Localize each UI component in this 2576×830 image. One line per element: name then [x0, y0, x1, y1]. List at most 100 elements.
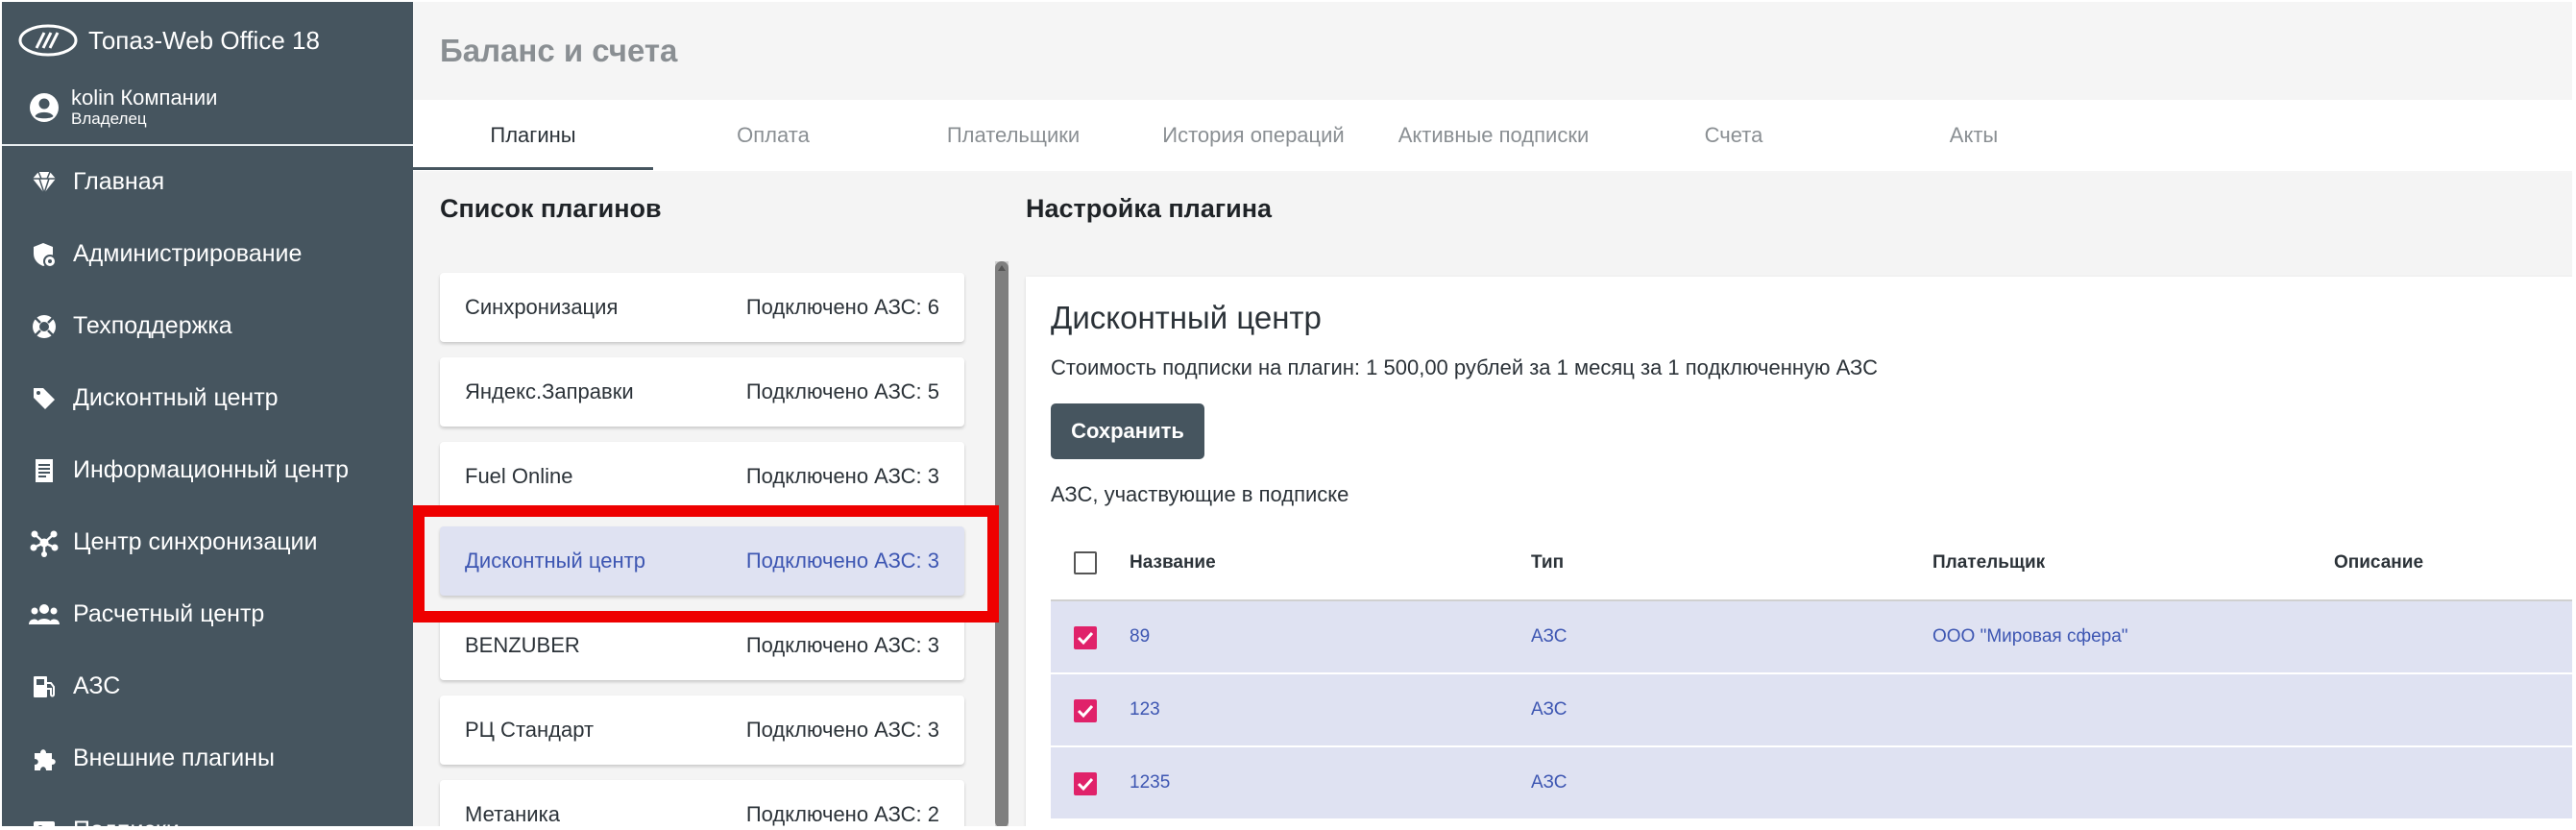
- document-icon: [36, 458, 53, 482]
- sidebar-item-info-center[interactable]: Информационный центр: [2, 434, 413, 506]
- plugin-settings-card: Дисконтный центр Стоимость подписки на п…: [1026, 277, 2572, 826]
- sidebar-item-discount-center[interactable]: Дисконтный центр: [2, 362, 413, 434]
- plugin-settings-title: Настройка плагина: [1026, 194, 1273, 223]
- column-header-name[interactable]: Название: [1130, 526, 1216, 599]
- plugins-list-panel: Список плагинов Синхронизация Подключено…: [413, 173, 1014, 826]
- sidebar: Топаз-Web Office 18 kolin Компании Владе…: [2, 2, 413, 826]
- user-info[interactable]: kolin Компании Владелец: [29, 86, 217, 129]
- column-header-payer[interactable]: Плательщик: [1932, 526, 2045, 599]
- topaz-logo-icon: [18, 24, 78, 57]
- lifebuoy-icon: [33, 314, 56, 338]
- sidebar-item-label: Центр синхронизации: [73, 528, 318, 555]
- plugin-card[interactable]: Яндекс.Заправки Подключено АЗС: 5: [440, 357, 964, 427]
- sidebar-item-label: Расчетный центр: [73, 600, 265, 627]
- cell-type: АЗС: [1531, 626, 1567, 647]
- sidebar-item-label: Информационный центр: [73, 456, 350, 483]
- user-role: Владелец: [71, 110, 147, 128]
- plugin-card[interactable]: Синхронизация Подключено АЗС: 6: [440, 273, 964, 342]
- sidebar-item-external-plugins[interactable]: Внешние плагины: [2, 722, 413, 794]
- fuel-pump-icon: [34, 675, 55, 697]
- diamond-icon: [33, 171, 56, 195]
- brand[interactable]: Топаз-Web Office 18: [17, 17, 320, 63]
- save-button[interactable]: Сохранить: [1051, 403, 1204, 459]
- azs-table: Название Тип Плательщик Описание 89 АЗС …: [1051, 526, 2572, 820]
- plugin-connected-count: Подключено АЗС: 5: [745, 379, 939, 403]
- sidebar-item-home[interactable]: Главная: [2, 146, 413, 218]
- table-row[interactable]: 123 АЗС: [1051, 674, 2572, 747]
- cell-type: АЗС: [1531, 699, 1567, 720]
- tab-history[interactable]: История операций: [1133, 100, 1373, 171]
- plugin-card[interactable]: BENZUBER Подключено АЗС: 3: [440, 611, 964, 680]
- plugin-connected-count: Подключено АЗС: 2: [745, 802, 939, 826]
- plugin-card[interactable]: Метаника Подключено АЗС: 2: [440, 780, 964, 826]
- plugin-connected-count: Подключено АЗС: 3: [745, 464, 939, 488]
- table-header: Название Тип Плательщик Описание: [1051, 526, 2572, 601]
- sidebar-item-label: Внешние плагины: [73, 745, 275, 771]
- plugin-name: Дисконтный центр: [465, 549, 645, 573]
- sidebar-item-label: Дисконтный центр: [73, 384, 279, 411]
- sidebar-item-label: Главная: [73, 168, 165, 195]
- select-all-checkbox[interactable]: [1074, 551, 1097, 574]
- plugin-name: Метаника: [465, 802, 560, 826]
- row-checkbox[interactable]: [1074, 699, 1097, 722]
- plugin-card[interactable]: Fuel Online Подключено АЗС: 3: [440, 442, 964, 511]
- sidebar-item-support[interactable]: Техподдержка: [2, 290, 413, 362]
- sidebar-nav: Главная Администрирование Техподдержка Д…: [2, 146, 413, 826]
- plugins-list-scrollbar[interactable]: [995, 261, 1009, 826]
- plugin-card[interactable]: РЦ Стандарт Подключено АЗС: 3: [440, 696, 964, 765]
- sidebar-item-azs[interactable]: АЗС: [2, 650, 413, 722]
- plugin-card-selected[interactable]: Дисконтный центр Подключено АЗС: 3: [440, 526, 964, 596]
- tab-payers[interactable]: Плательщики: [893, 100, 1133, 171]
- table-row[interactable]: 1235 АЗС: [1051, 747, 2572, 820]
- tab-acts[interactable]: Акты: [1854, 100, 2094, 171]
- selected-plugin-name: Дисконтный центр: [1051, 300, 1322, 335]
- checkmark-icon: [1077, 777, 1094, 792]
- sidebar-item-sync-center[interactable]: Центр синхронизации: [2, 506, 413, 578]
- tag-icon: [34, 387, 55, 409]
- plugins-list-title: Список плагинов: [440, 194, 662, 223]
- network-icon: [30, 530, 59, 557]
- tab-invoices[interactable]: Счета: [1614, 100, 1854, 171]
- sidebar-item-subscriptions[interactable]: Подписки: [2, 794, 413, 826]
- subscriptions-icon: [34, 820, 55, 826]
- scrollbar-thumb[interactable]: [995, 261, 1009, 826]
- sidebar-item-administration[interactable]: Администрирование: [2, 218, 413, 290]
- cell-name: 123: [1130, 699, 1160, 720]
- people-icon: [29, 603, 60, 624]
- user-avatar-icon: [30, 93, 59, 122]
- table-row[interactable]: 89 АЗС ООО "Мировая сфера": [1051, 601, 2572, 674]
- plugin-name: РЦ Стандарт: [465, 718, 595, 742]
- sidebar-item-label: Подписки: [73, 817, 180, 826]
- app-name: Топаз-Web Office 18: [88, 25, 320, 55]
- app-window: Топаз-Web Office 18 kolin Компании Владе…: [2, 2, 2572, 826]
- page-title: Баланс и счета: [440, 33, 678, 68]
- sidebar-item-settlement-center[interactable]: Расчетный центр: [2, 578, 413, 650]
- tab-plugins[interactable]: Плагины: [413, 100, 653, 171]
- row-checkbox[interactable]: [1074, 772, 1097, 795]
- plugin-name: Синхронизация: [465, 295, 619, 319]
- plugin-connected-count: Подключено АЗС: 3: [745, 718, 939, 742]
- plugin-name: Fuel Online: [465, 464, 573, 488]
- main-content: Баланс и счета Плагины Оплата Плательщик…: [413, 2, 2572, 826]
- checkmark-icon: [1077, 704, 1094, 719]
- plugin-connected-count: Подключено АЗС: 3: [745, 549, 939, 573]
- plugin-connected-count: Подключено АЗС: 3: [745, 633, 939, 657]
- plugin-settings-panel: Настройка плагина Дисконтный центр Стоим…: [1014, 173, 2572, 826]
- plugin-connected-count: Подключено АЗС: 6: [745, 295, 939, 319]
- sidebar-item-label: Техподдержка: [73, 312, 232, 339]
- cell-type: АЗС: [1531, 772, 1567, 793]
- cell-name: 1235: [1130, 772, 1171, 793]
- tab-payment[interactable]: Оплата: [653, 100, 893, 171]
- plugin-name: BENZUBER: [465, 633, 580, 657]
- tab-active-subscriptions[interactable]: Активные подписки: [1373, 100, 1614, 171]
- cell-payer: ООО "Мировая сфера": [1932, 626, 2128, 647]
- cell-name: 89: [1130, 626, 1151, 647]
- scroll-up-arrow-icon[interactable]: [995, 261, 1009, 275]
- column-header-description[interactable]: Описание: [2334, 526, 2423, 599]
- sidebar-item-label: Администрирование: [73, 240, 303, 267]
- puzzle-icon: [35, 748, 56, 770]
- row-checkbox[interactable]: [1074, 626, 1097, 649]
- azs-caption: АЗС, участвующие в подписке: [1051, 482, 1349, 506]
- sidebar-item-label: АЗС: [73, 672, 121, 699]
- column-header-type[interactable]: Тип: [1531, 526, 1564, 599]
